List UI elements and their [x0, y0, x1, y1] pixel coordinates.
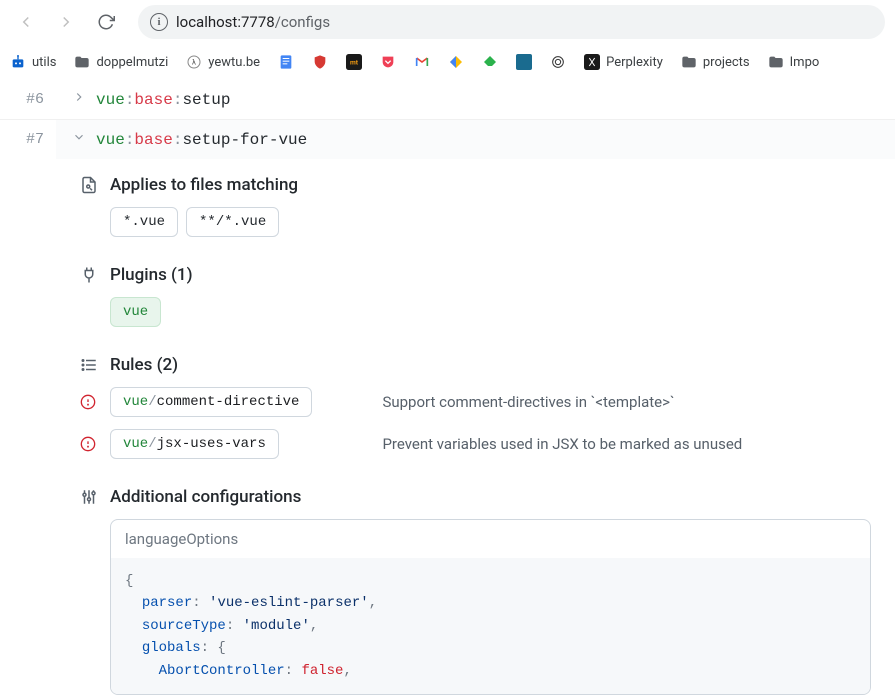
bookmark-yewtube[interactable]: λ yewtu.be — [186, 54, 260, 70]
openai-icon — [550, 54, 566, 70]
svg-text:mt: mt — [350, 59, 359, 67]
rules-section: Rules (2) vue/comment-directive Support … — [80, 355, 871, 459]
code-box: languageOptions { parser: 'vue-eslint-pa… — [110, 519, 871, 695]
robot-icon — [10, 54, 26, 70]
config-row-6: #6 vue:base:setup — [0, 80, 895, 120]
bookmark-mt[interactable]: mt — [346, 54, 362, 70]
forward-button[interactable] — [50, 6, 82, 38]
bookmark-pocket[interactable] — [380, 54, 396, 70]
bookmark-utils[interactable]: utils — [10, 54, 56, 70]
sliders-icon — [80, 488, 98, 506]
bookmark-shield[interactable] — [312, 54, 328, 70]
rule-description: Prevent variables used in JSX to be mark… — [382, 435, 871, 453]
plugin-pill[interactable]: vue — [110, 297, 161, 327]
bookmark-import[interactable]: Impo — [768, 54, 820, 70]
code-title: languageOptions — [111, 520, 870, 558]
feedly-icon — [482, 54, 498, 70]
rule-name[interactable]: vue/jsx-uses-vars — [110, 429, 279, 459]
config-name: vue:base:setup-for-vue — [96, 131, 307, 149]
rules-header: Rules (2) — [110, 355, 178, 375]
files-header: Applies to files matching — [110, 175, 298, 195]
folder-icon — [768, 54, 784, 70]
shield-icon — [312, 54, 328, 70]
address-bar[interactable]: i localhost:7778/configs — [138, 5, 885, 39]
config-detail: Applies to files matching *.vue **/*.vue… — [56, 159, 895, 695]
chevron-down-icon — [72, 130, 86, 149]
bookmark-diamond[interactable] — [448, 54, 464, 70]
config-index: #6 — [0, 91, 56, 108]
square-icon — [516, 54, 532, 70]
bookmark-blue[interactable] — [516, 54, 532, 70]
config-index: #7 — [0, 131, 56, 148]
file-pattern: *.vue — [110, 207, 178, 237]
config-name: vue:base:setup — [96, 91, 230, 109]
gmail-icon — [414, 54, 430, 70]
plugins-header: Plugins (1) — [110, 265, 193, 285]
mt-icon: mt — [346, 54, 362, 70]
additional-section: Additional configurations languageOption… — [80, 487, 871, 695]
chevron-right-icon — [72, 90, 86, 109]
circle-icon: λ — [186, 54, 202, 70]
site-info-icon[interactable]: i — [150, 13, 168, 31]
bookmark-doppelmutzi[interactable]: doppelmutzi — [74, 54, 168, 70]
rule-description: Support comment-directives in `<template… — [382, 393, 871, 411]
config-header-7[interactable]: vue:base:setup-for-vue — [56, 120, 895, 159]
reload-button[interactable] — [90, 6, 122, 38]
list-icon — [80, 356, 98, 374]
bookmark-docs[interactable] — [278, 54, 294, 70]
svg-text:λ: λ — [192, 58, 196, 67]
folder-icon — [74, 54, 90, 70]
config-header-6[interactable]: vue:base:setup — [56, 80, 895, 119]
diamond-icon — [448, 54, 464, 70]
docs-icon — [278, 54, 294, 70]
plugins-section: Plugins (1) vue — [80, 265, 871, 327]
perplexity-icon — [584, 54, 600, 70]
config-row-7: #7 vue:base:setup-for-vue — [0, 120, 895, 159]
additional-header: Additional configurations — [110, 487, 301, 507]
bookmark-openai[interactable] — [550, 54, 566, 70]
folder-icon — [681, 54, 697, 70]
file-pattern: **/*.vue — [186, 207, 279, 237]
pocket-icon — [380, 54, 396, 70]
files-section: Applies to files matching *.vue **/*.vue — [80, 175, 871, 237]
rule-name[interactable]: vue/comment-directive — [110, 387, 312, 417]
error-icon — [80, 394, 96, 410]
plug-icon — [80, 266, 98, 284]
back-button[interactable] — [10, 6, 42, 38]
bookmark-gmail[interactable] — [414, 54, 430, 70]
file-icon — [80, 176, 98, 194]
code-block: { parser: 'vue-eslint-parser', sourceTyp… — [111, 558, 870, 694]
error-icon — [80, 436, 96, 452]
bookmark-feedly[interactable] — [482, 54, 498, 70]
bookmark-projects[interactable]: projects — [681, 54, 750, 70]
bookmark-perplexity[interactable]: Perplexity — [584, 54, 663, 70]
bookmarks-bar: utils doppelmutzi λ yewtu.be mt — [0, 44, 895, 80]
url-text: localhost:7778/configs — [176, 13, 330, 31]
